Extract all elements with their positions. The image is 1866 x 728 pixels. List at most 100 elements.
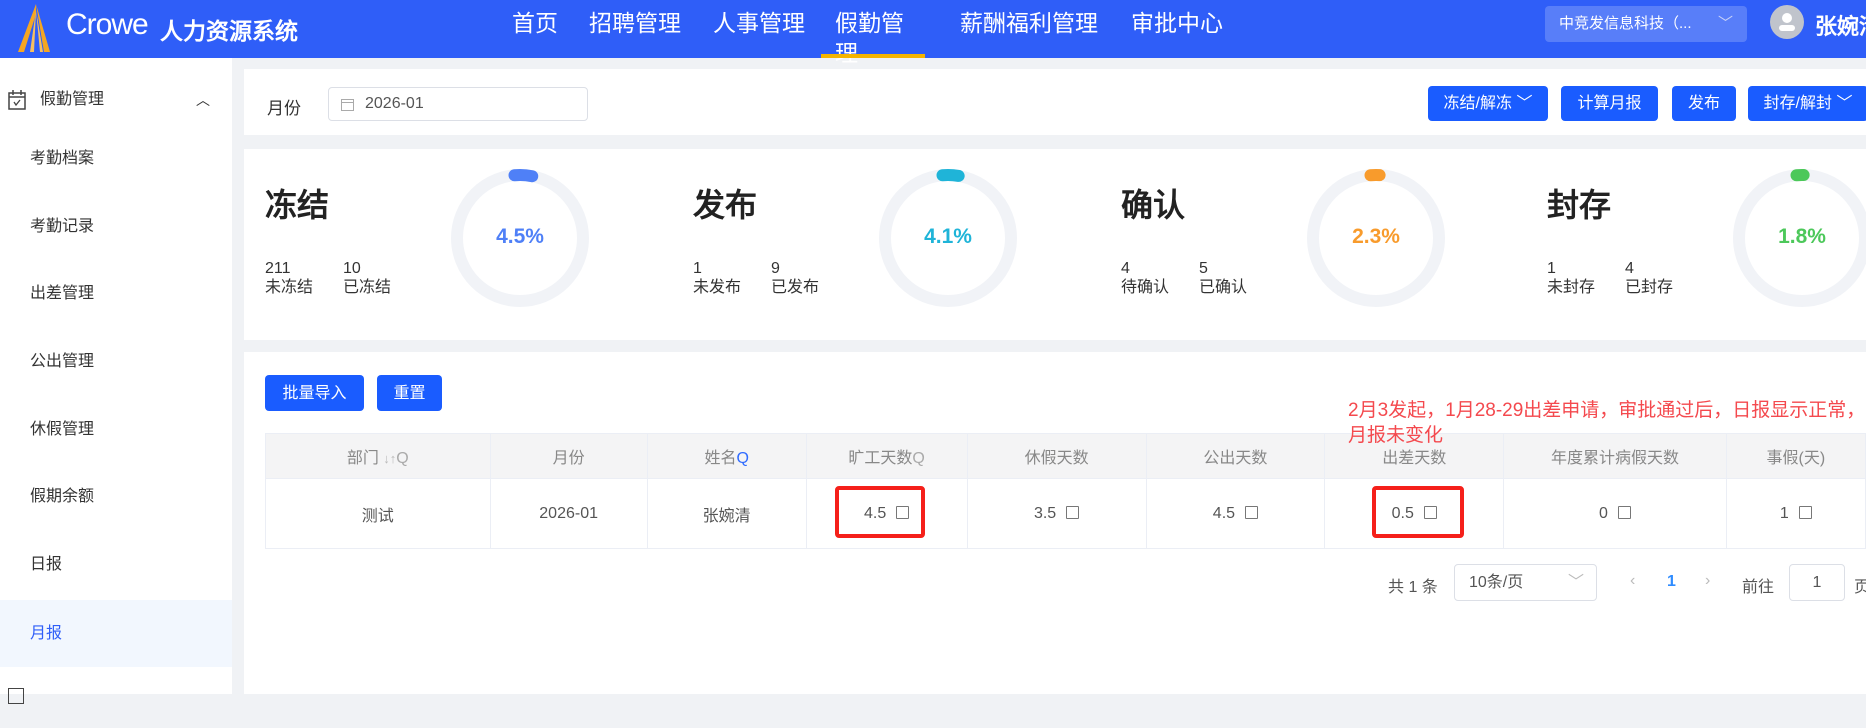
freeze-label: 冻结/解冻 <box>1443 95 1512 112</box>
monthly-report-table: 部门 ↓↑Q 月份 姓名Q 旷工天数Q 休假天数 公出天数 出差天数 年度累计病… <box>265 433 1866 549</box>
stat-title: 发布 <box>693 187 758 223</box>
sidebar-item-official-out[interactable]: 公出管理 <box>0 328 232 395</box>
nav-recruitment[interactable]: 招聘管理 <box>589 8 681 58</box>
sidebar-item-monthly-report[interactable]: 月报 <box>0 600 232 667</box>
column-header-name: 姓名Q <box>646 433 807 479</box>
sidebar-group-label: 假勤管理 <box>40 91 105 108</box>
next-page-icon[interactable]: › <box>1705 572 1710 590</box>
stat-b-number: 9 <box>771 260 780 277</box>
header-label: 部门 <box>346 450 379 467</box>
chevron-down-icon: ﹀ <box>1836 95 1853 112</box>
stat-count-a: 211 未冻结 <box>265 259 313 297</box>
cell-official-out-days: 4.5 <box>1145 478 1326 549</box>
user-name[interactable]: 张婉清 <box>1815 9 1866 41</box>
page-1[interactable]: 1 <box>1667 573 1676 591</box>
page-size-value: 10条/页 <box>1469 574 1524 591</box>
goto-page-input[interactable]: 1 <box>1789 564 1845 601</box>
sidebar-item-business-trip[interactable]: 出差管理 <box>0 260 232 327</box>
stat-a-number: 4 <box>1121 260 1130 277</box>
goto-label: 前往 <box>1742 579 1775 596</box>
batch-import-button[interactable]: 批量导入 <box>265 375 364 411</box>
stat-count-a: 4 待确认 <box>1121 259 1169 297</box>
page-suffix: 页 <box>1854 579 1866 596</box>
edit-icon[interactable] <box>1245 505 1259 519</box>
month-label: 月份 <box>267 99 301 118</box>
crowe-logo-icon <box>18 4 50 52</box>
stat-a-number: 1 <box>1547 260 1556 277</box>
sidebar: 假勤管理 ︿ 考勤档案 考勤记录 出差管理 公出管理 休假管理 假期余额 日报 … <box>0 58 232 704</box>
company-select[interactable]: 中竞发信息科技（... ﹀ <box>1545 6 1747 42</box>
archive-dropdown-button[interactable]: 封存/解封 ﹀ <box>1748 86 1866 121</box>
sort-icon[interactable]: ↓↑ <box>383 451 396 466</box>
stat-b-number: 5 <box>1199 260 1208 277</box>
calendar-icon <box>341 99 354 111</box>
nav-approval[interactable]: 审批中心 <box>1131 8 1223 58</box>
edit-icon[interactable] <box>1066 505 1080 519</box>
chevron-up-icon: ︿ <box>196 92 210 108</box>
header-label: 旷工天数 <box>848 450 913 467</box>
publish-button[interactable]: 发布 <box>1672 86 1736 121</box>
highlight-box-trip <box>1372 486 1464 538</box>
stat-count-b: 9 已发布 <box>771 259 819 297</box>
stat-percent: 4.1% <box>924 225 972 248</box>
sidebar-item-daily-report[interactable]: 日报 <box>0 531 232 598</box>
freeze-dropdown-button[interactable]: 冻结/解冻 ﹀ <box>1428 86 1548 121</box>
stat-count-b: 10 已冻结 <box>343 259 391 297</box>
column-header-absent-days: 旷工天数Q <box>805 433 968 479</box>
page-size-select[interactable]: 10条/页 ﹀ <box>1454 564 1597 601</box>
stat-a-label: 未封存 <box>1547 279 1596 296</box>
sidebar-group-personnel[interactable] <box>0 678 232 728</box>
chevron-down-icon: ﹀ <box>1567 574 1584 591</box>
reset-button[interactable]: 重置 <box>377 375 442 411</box>
chevron-down-icon: ﹀ <box>1717 15 1733 32</box>
search-icon[interactable]: Q <box>736 450 748 467</box>
stat-percent: 2.3% <box>1352 225 1400 248</box>
stat-b-label: 已封存 <box>1625 279 1674 296</box>
system-name: 人力资源系统 <box>160 18 298 44</box>
month-value: 2026-01 <box>365 95 424 112</box>
stat-b-number: 10 <box>343 260 361 277</box>
brand-name: Crowe <box>66 8 149 41</box>
folder-icon <box>8 688 24 704</box>
column-header-department[interactable]: 部门 ↓↑Q <box>265 433 491 479</box>
stat-a-number: 1 <box>693 260 702 277</box>
nav-payroll[interactable]: 薪酬福利管理 <box>960 8 1098 58</box>
column-header-official-out-days: 公出天数 <box>1145 433 1326 479</box>
stat-b-label: 已冻结 <box>343 279 392 296</box>
column-header-month: 月份 <box>489 433 648 479</box>
stat-count-b: 4 已封存 <box>1625 259 1673 297</box>
avatar[interactable] <box>1770 5 1804 39</box>
stat-a-number: 211 <box>265 260 291 277</box>
prev-page-icon[interactable]: ‹ <box>1630 572 1635 590</box>
stat-b-label: 已确认 <box>1199 279 1248 296</box>
sidebar-item-leave-balance[interactable]: 假期余额 <box>0 463 232 530</box>
cell-value: 1 <box>1779 504 1789 522</box>
stat-percent: 1.8% <box>1778 225 1826 248</box>
cell-personal-leave: 1 <box>1725 478 1866 549</box>
chevron-down-icon: ﹀ <box>1516 95 1533 112</box>
stat-a-label: 未冻结 <box>265 279 314 296</box>
sidebar-item-attendance-records[interactable]: 考勤记录 <box>0 193 232 260</box>
highlight-box-absent <box>835 486 925 538</box>
annotation-note: 2月3发起，1月28-29出差申请，审批通过后，日报显示正常，月报未变化 <box>1348 400 1866 446</box>
top-header: Crowe 人力资源系统 首页 招聘管理 人事管理 假勤管理 薪酬福利管理 审批… <box>0 0 1866 66</box>
sidebar-item-leave[interactable]: 休假管理 <box>0 396 232 463</box>
sidebar-item-attendance-archive[interactable]: 考勤档案 <box>0 125 232 192</box>
cell-leave-days: 3.5 <box>966 478 1147 549</box>
cell-value: 3.5 <box>1033 504 1057 522</box>
search-icon[interactable]: Q <box>396 450 408 467</box>
nav-attendance[interactable]: 假勤管理 <box>821 8 925 66</box>
stat-b-number: 4 <box>1625 260 1634 277</box>
table-row: 测试 2026-01 张婉清 4.5 3.5 4.5 0.5 0 1 <box>265 478 1866 549</box>
edit-icon[interactable] <box>1617 505 1631 519</box>
nav-personnel[interactable]: 人事管理 <box>713 8 805 58</box>
archive-label: 封存/解封 <box>1763 95 1832 112</box>
calc-monthly-button[interactable]: 计算月报 <box>1561 86 1658 121</box>
stat-a-label: 未发布 <box>693 279 742 296</box>
edit-icon[interactable] <box>1798 505 1812 519</box>
month-picker[interactable]: 2026-01 <box>328 87 588 121</box>
cell-sick-days: 0 <box>1503 478 1727 549</box>
search-icon[interactable]: Q <box>912 450 924 467</box>
sidebar-group-attendance[interactable]: 假勤管理 ︿ <box>0 66 232 134</box>
nav-home[interactable]: 首页 <box>512 8 558 58</box>
